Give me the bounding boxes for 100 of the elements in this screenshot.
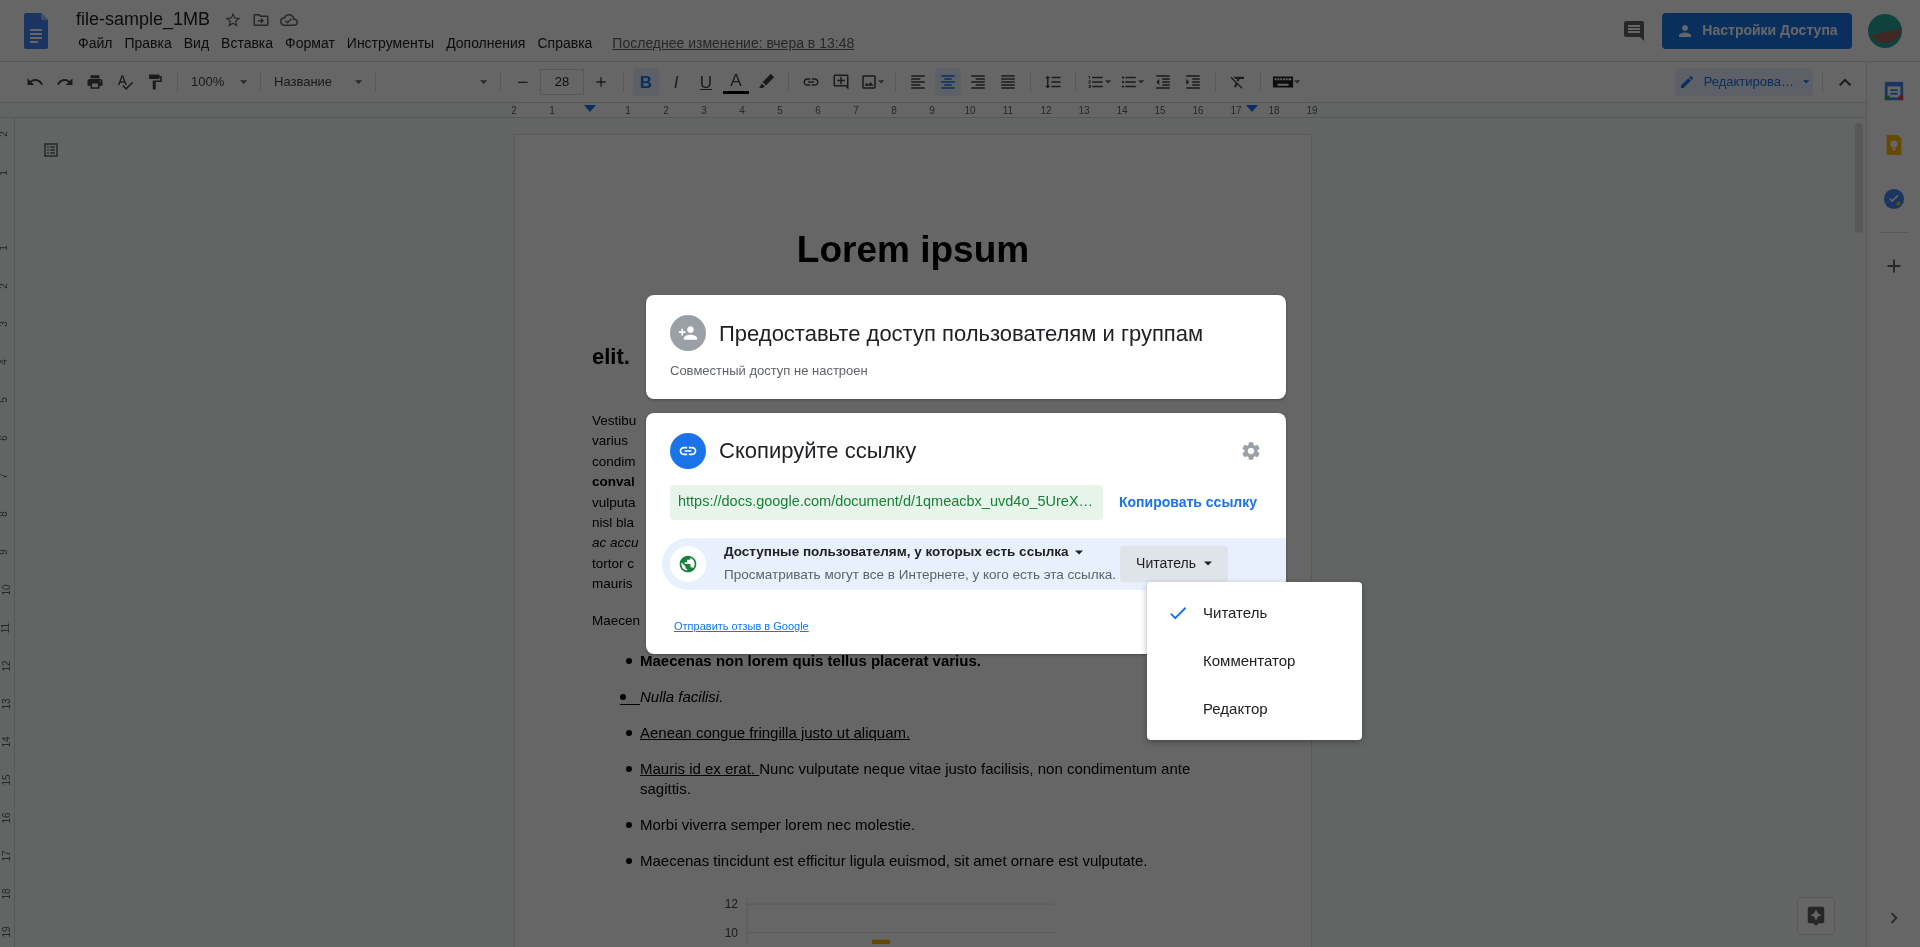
align-center-icon xyxy=(939,73,958,91)
menu-option[interactable]: Комментатор xyxy=(1147,637,1362,685)
chart-bar xyxy=(872,939,890,944)
print-icon xyxy=(86,73,104,91)
underline-button[interactable]: U xyxy=(693,68,719,96)
calendar-icon[interactable] xyxy=(1882,80,1905,102)
menu-option[interactable]: Редактор xyxy=(1147,685,1362,733)
caret-icon xyxy=(1105,80,1112,84)
explore-button[interactable] xyxy=(1797,897,1835,935)
ruler-number: 2 xyxy=(0,283,10,289)
last-edit-link[interactable]: Последнее изменение: вчера в 13:48 xyxy=(612,33,855,54)
axis-tick-label: 12 xyxy=(724,896,738,911)
access-description: Просматривать могут все в Интернете, у кого есть эта ссылка. xyxy=(724,565,1117,584)
align-justify-icon xyxy=(999,73,1018,91)
indent-marker[interactable] xyxy=(584,105,596,112)
ruler-number: 11 xyxy=(0,622,13,634)
menu-item[interactable]: Справка xyxy=(531,33,599,54)
paragraph-text: varius xyxy=(592,432,628,451)
ruler-number: 12 xyxy=(1040,104,1052,118)
comment-icon[interactable] xyxy=(1622,18,1646,43)
document-title[interactable]: file-sample_1MB xyxy=(72,6,215,33)
ruler-number: 3 xyxy=(0,321,10,327)
ruler-number: 11 xyxy=(1002,104,1014,118)
ruler-number: 1 xyxy=(625,104,631,118)
caret-icon xyxy=(1802,80,1809,84)
editing-mode-dropdown[interactable]: Редактирова… xyxy=(1675,68,1813,96)
copy-link-button[interactable]: Копировать ссылку xyxy=(1119,491,1258,513)
indent-marker[interactable] xyxy=(1246,105,1258,112)
line-spacing-icon xyxy=(1044,73,1063,91)
ruler-number: 8 xyxy=(891,104,897,118)
list-item-text: Aenean congue fringilla justo ut aliquam. xyxy=(640,722,912,743)
ruler-number: 1 xyxy=(0,170,10,176)
list-item-text: Mauris id ex erat. Nunc vulputate neque vitae justo facilisis, non condimentum ante sagittis. xyxy=(640,758,1192,799)
role-dropdown[interactable]: Читатель xyxy=(1120,545,1229,582)
increase-size-icon xyxy=(593,74,609,90)
paragraph-text: nisl bla xyxy=(592,514,635,533)
outline-icon[interactable] xyxy=(42,141,60,159)
ruler-number: 10 xyxy=(0,584,13,596)
style-dropdown[interactable]: Название xyxy=(270,68,366,96)
font-size-field[interactable]: 28 xyxy=(540,69,584,95)
list-item-text: Morbi viverra semper lorem nec molestie. xyxy=(640,814,917,835)
pencil-icon xyxy=(1679,74,1695,90)
ruler-number: 2 xyxy=(511,104,517,118)
ruler-number: 15 xyxy=(0,774,13,786)
ruler-number: 1 xyxy=(549,104,555,118)
align-center-button[interactable] xyxy=(935,68,962,96)
explore-icon xyxy=(1805,905,1827,927)
insert-image-icon xyxy=(860,73,878,91)
ruler-number: 1 xyxy=(0,245,10,251)
ruler-number: 15 xyxy=(1154,104,1166,118)
ruler-number: 19 xyxy=(1306,104,1318,118)
caret-icon xyxy=(878,80,885,84)
ruler-number: 19 xyxy=(0,926,13,938)
decrease-indent-icon xyxy=(1153,73,1172,91)
menu-item[interactable]: Правка xyxy=(118,33,178,54)
feedback-link[interactable]: Отправить отзыв в Google xyxy=(674,617,809,634)
ruler-number: 12 xyxy=(0,660,13,672)
menu-item[interactable]: Файл xyxy=(72,33,119,54)
ruler-number: 17 xyxy=(0,850,13,862)
ruler-number: 17 xyxy=(1230,104,1242,118)
align-right-icon xyxy=(969,73,988,91)
menu-option[interactable]: Читатель xyxy=(1147,589,1362,637)
link-url-field[interactable]: https://docs.google.com/document/d/1qmeacbx_uvd4o_5UreX… xyxy=(670,484,1103,520)
ruler-number: 13 xyxy=(1078,104,1090,118)
ruler-number: 2 xyxy=(0,131,10,137)
menu-item[interactable]: Инструменты xyxy=(340,33,441,54)
tasks-icon[interactable] xyxy=(1882,188,1905,210)
increase-indent-icon xyxy=(1183,73,1202,91)
italic-button[interactable]: I xyxy=(663,68,689,96)
ruler-number: 5 xyxy=(777,104,783,118)
decrease-size-icon xyxy=(518,80,528,84)
paragraph-text: tortor c xyxy=(592,554,634,573)
ruler-number: 14 xyxy=(0,736,13,748)
share-button[interactable]: Настройки Доступа xyxy=(1662,12,1852,49)
caret-icon xyxy=(1137,80,1144,84)
caret-icon xyxy=(1293,80,1301,84)
text-color-button[interactable]: A xyxy=(723,70,749,94)
menu-item[interactable]: Формат xyxy=(279,33,341,54)
ruler-number: 18 xyxy=(0,888,13,900)
spellcheck-icon xyxy=(116,73,134,91)
ruler-number: 8 xyxy=(0,511,10,517)
paragraph-text: Maecen xyxy=(592,611,641,630)
access-dropdown[interactable]: Доступные пользователям, у которых есть ссылка xyxy=(724,542,1117,563)
caret-icon xyxy=(354,79,362,85)
collapse-toolbar-icon xyxy=(1838,77,1852,87)
paragraph-text: mauris xyxy=(592,575,633,594)
link-icon xyxy=(670,432,706,469)
menu-item[interactable]: Вставка xyxy=(215,33,280,54)
globe-icon xyxy=(670,545,706,582)
avatar[interactable] xyxy=(1868,13,1902,48)
menu-item[interactable]: Вид xyxy=(177,33,216,54)
ruler-number: 7 xyxy=(853,104,859,118)
zoom-dropdown[interactable]: 100% xyxy=(187,68,251,96)
settings-icon[interactable] xyxy=(1240,439,1262,462)
document-icon[interactable] xyxy=(23,12,49,49)
add-people-icon xyxy=(670,315,706,351)
card-subtitle: Совместный доступ не настроен xyxy=(670,362,869,380)
menu-item[interactable]: Дополнения xyxy=(440,33,532,54)
ruler-number: 4 xyxy=(739,104,745,118)
bold-button[interactable]: B xyxy=(633,68,659,96)
